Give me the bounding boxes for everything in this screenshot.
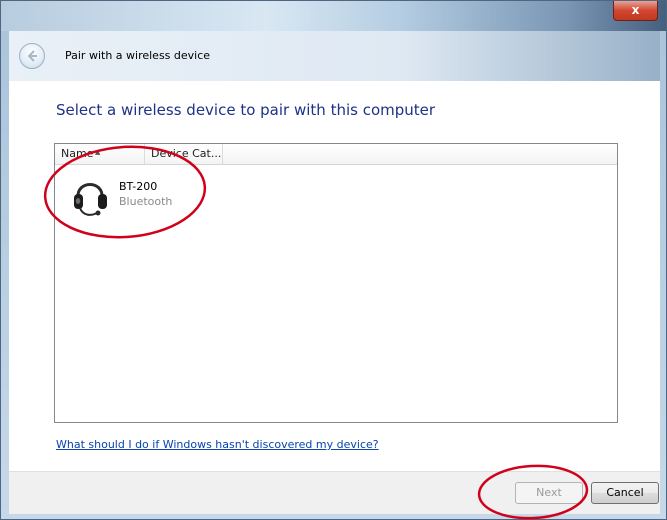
device-name: BT-200	[119, 180, 158, 193]
page-heading: Select a wireless device to pair with th…	[56, 101, 436, 119]
back-arrow-icon	[27, 50, 37, 62]
column-headers: ▲ Name Device Cat...	[55, 144, 617, 165]
headset-icon	[74, 183, 107, 216]
close-icon: x	[631, 3, 640, 17]
content-area: Select a wireless device to pair with th…	[9, 81, 660, 471]
column-header-name[interactable]: ▲ Name	[55, 144, 145, 164]
device-item-bt-200[interactable]: BT-200 Bluetooth	[69, 172, 199, 222]
help-link[interactable]: What should I do if Windows hasn't disco…	[56, 438, 379, 451]
title-bar[interactable]: x	[1, 1, 666, 31]
wizard-header: Pair with a wireless device	[9, 31, 660, 81]
wizard-title: Pair with a wireless device	[65, 49, 211, 62]
next-button[interactable]: Next	[515, 482, 583, 504]
device-list[interactable]: ▲ Name Device Cat... BT-200 Bluetooth	[54, 143, 618, 423]
dialog-window: x Pair with a wireless device Select a w…	[0, 0, 667, 520]
close-button[interactable]: x	[613, 1, 658, 21]
sort-arrow-icon: ▲	[95, 148, 101, 156]
column-header-device-category[interactable]: Device Cat...	[145, 144, 223, 164]
cancel-button[interactable]: Cancel	[591, 482, 659, 504]
back-button[interactable]	[19, 43, 45, 69]
device-type: Bluetooth	[119, 195, 173, 208]
button-bar: Next Cancel	[9, 471, 660, 514]
